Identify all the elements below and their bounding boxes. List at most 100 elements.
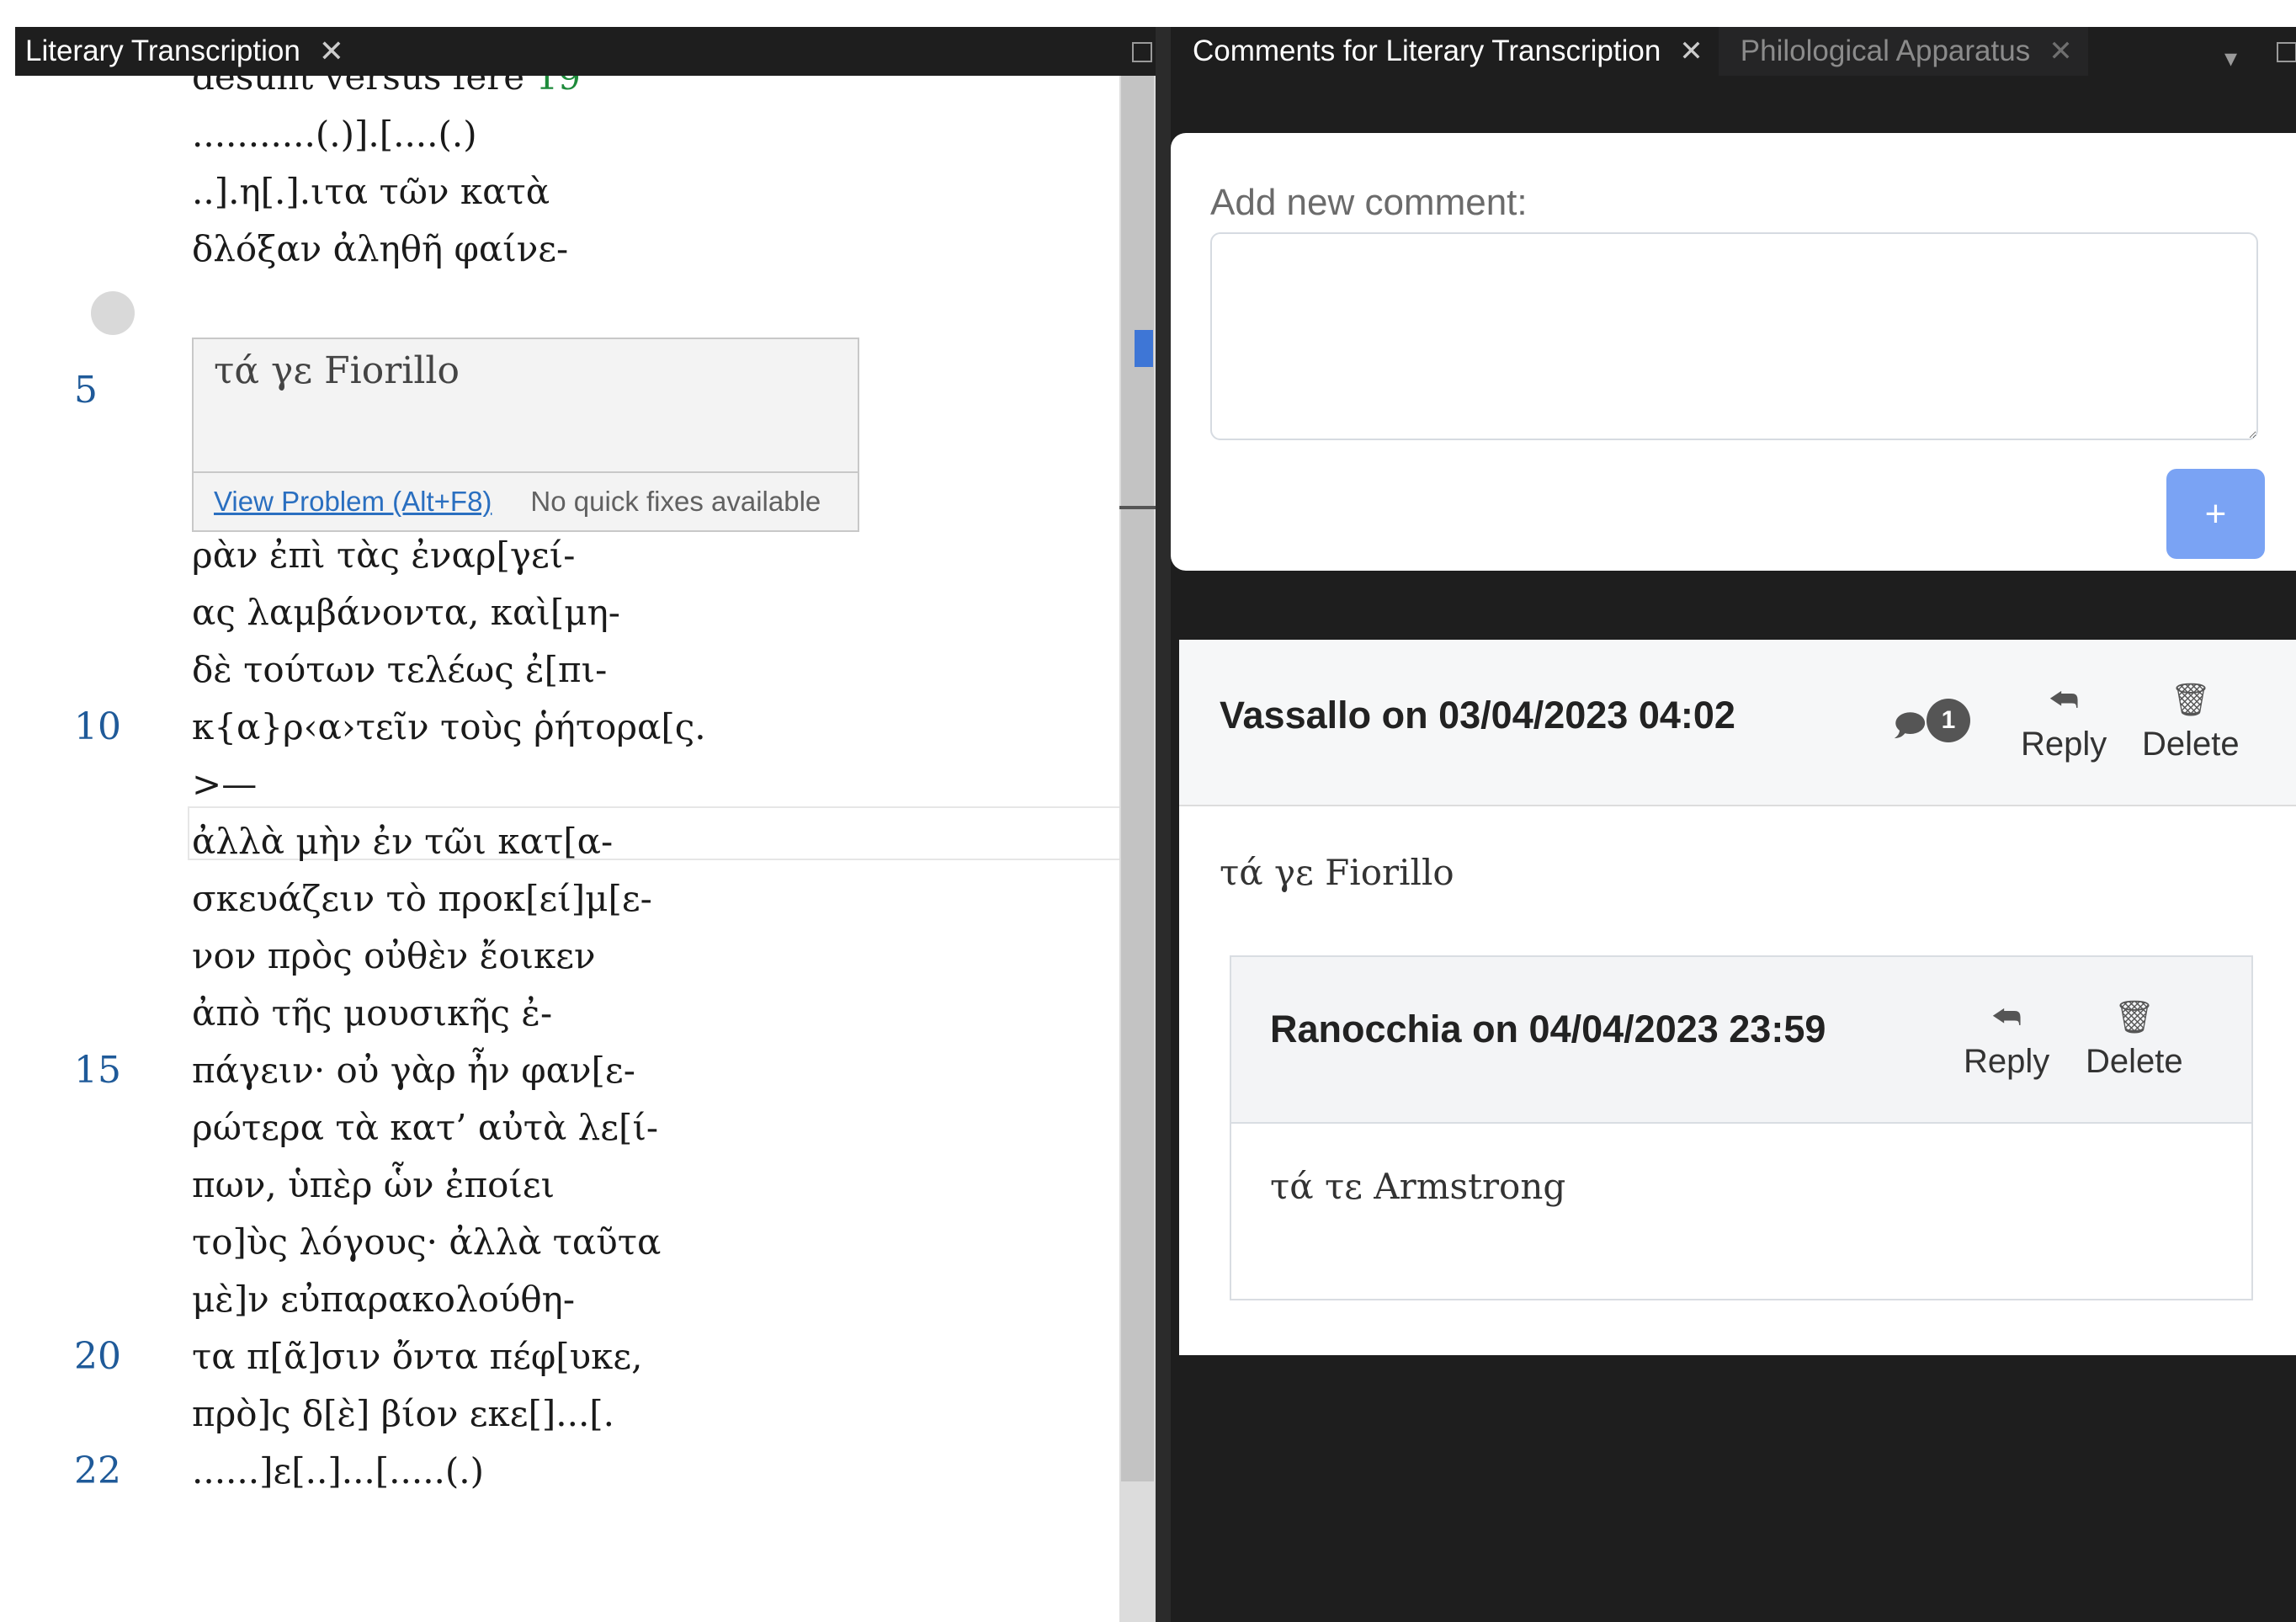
line-number: 20 — [74, 1335, 121, 1378]
add-comment-label: Add new comment: — [1210, 182, 1528, 223]
maximize-pane-icon[interactable] — [2277, 42, 2296, 62]
line-text: κ{α}ρ‹α›τεῖν τοὺς ῥήτορα[ς. — [192, 706, 706, 747]
line-text: ας λαμβάνοντα, καὶ[μη- — [192, 592, 620, 633]
trash-icon: 🗑 — [2170, 683, 2211, 718]
editor-pane: Literary Transcription ✕ desunt versus f… — [15, 27, 1156, 1622]
comments-tab-bar: Comments for Literary Transcription ✕ Ph… — [1171, 27, 2296, 76]
line-text: ..].η[.].ιτα τῶν κατὰ — [192, 171, 550, 212]
no-quick-fixes-label: No quick fixes available — [530, 486, 821, 517]
reply-button[interactable]: ⮪ Reply — [2021, 682, 2107, 763]
scrollbar-position-line — [1119, 506, 1156, 509]
reply-arrow-icon: ⮪ — [2049, 683, 2079, 718]
line-text: ......]ε[..]...[.....(.) — [192, 1450, 485, 1492]
line-text: desunt versus fere — [192, 76, 536, 98]
line-text: τα π[ᾶ]σιν ὄντα πέφ[υκε, — [192, 1336, 643, 1377]
add-comment-button[interactable]: + — [2166, 469, 2265, 559]
text-line[interactable]: δλόξαν ἀληθῆ φαίνε- — [192, 221, 568, 278]
line-text: δὲ τούτων τελέως ἐ[πι- — [192, 649, 608, 690]
text-line[interactable]: τα π[ᾶ]σιν ὄντα πέφ[υκε, — [192, 1328, 643, 1385]
delete-label: Delete — [2086, 1043, 2183, 1080]
reply-button[interactable]: ⮪ Reply — [1964, 999, 2049, 1081]
line-text: δλόξαν ἀληθῆ φαίνε- — [192, 228, 569, 269]
text-line[interactable]: ἀλλὰ μὴν ἐν τῶι κατ[α- — [192, 813, 613, 870]
reply-arrow-icon: ⮪ — [1991, 1000, 2022, 1035]
chevron-down-icon[interactable]: ▾ — [2224, 44, 2237, 73]
tab-comments[interactable]: Comments for Literary Transcription ✕ — [1171, 27, 1719, 76]
hover-footer: View Problem (Alt+F8) No quick fixes ava… — [194, 471, 858, 530]
reply-body: τά τε Armstrong — [1270, 1166, 1566, 1207]
reply-count: 1 — [1927, 699, 1970, 742]
line-text: ρὰν ἐπὶ τὰς ἐναρ[γεί- — [192, 534, 576, 576]
text-line[interactable]: ......]ε[..]...[.....(.) — [192, 1443, 484, 1500]
line-text: το]ὺς λόγους· ἀλλὰ ταῦτα — [192, 1221, 662, 1263]
text-line[interactable]: κ{α}ρ‹α›τεῖν τοὺς ῥήτορα[ς. — [192, 699, 706, 756]
delete-label: Delete — [2142, 726, 2240, 763]
maximize-pane-icon[interactable] — [1132, 42, 1152, 62]
line-text: ...........(.)].[....(.) — [192, 114, 477, 155]
text-line[interactable]: δὲ τούτων τελέως ἐ[πι- — [192, 641, 607, 699]
reply-label: Reply — [2021, 726, 2107, 763]
hover-tooltip: τά γε Fiorillo View Problem (Alt+F8) No … — [192, 338, 859, 532]
pane-splitter[interactable] — [1156, 27, 1171, 1622]
replies-badge[interactable]: 🗩 1 — [1886, 697, 1970, 751]
line-text: ἀπὸ τῆς μουσικῆς ἐ- — [192, 992, 553, 1034]
line-number: 5 — [74, 369, 98, 412]
text-line[interactable]: μὲ]ν εὐπαρακολούθη- — [192, 1271, 575, 1328]
text-line[interactable]: πων, ὑπὲρ ὧν ἐποίει — [192, 1157, 555, 1214]
scrollbar-marker — [1135, 330, 1153, 367]
comment-thread: Vassallo on 03/04/2023 04:02 🗩 1 ⮪ Reply… — [1179, 640, 2296, 1355]
transcription-editor[interactable]: desunt versus fere 19 ...........(.)].[..… — [15, 76, 1156, 1622]
text-line[interactable]: ρώτερα τὰ κατ’ αὐτὰ λε[ί- — [192, 1099, 658, 1157]
reply-comment: Ranocchia on 04/04/2023 23:59 ⮪ Reply 🗑 … — [1230, 955, 2253, 1300]
reply-author: Ranocchia on 04/04/2023 23:59 — [1270, 1008, 1826, 1050]
editor-tab-bar: Literary Transcription ✕ — [15, 27, 1156, 76]
new-comment-card: Add new comment: + — [1171, 133, 2296, 571]
reply-header: Ranocchia on 04/04/2023 23:59 ⮪ Reply 🗑 … — [1231, 957, 2251, 1124]
text-line[interactable]: ας λαμβάνοντα, καὶ[μη- — [192, 584, 620, 641]
comment-header: Vassallo on 03/04/2023 04:02 🗩 1 ⮪ Reply… — [1179, 640, 2296, 806]
tab-philological-apparatus[interactable]: Philological Apparatus ✕ — [1718, 27, 2088, 76]
new-comment-input[interactable] — [1210, 232, 2258, 440]
line-text: πων, ὑπὲρ ὧν ἐποίει — [192, 1164, 555, 1205]
line-number: 15 — [74, 1049, 121, 1092]
text-line[interactable]: ..].η[.].ιτα τῶν κατὰ — [192, 163, 550, 221]
line-text: σκευάζειν τὸ προκ[εί]μ[ε- — [192, 878, 652, 919]
tab-label: Comments for Literary Transcription — [1193, 35, 1661, 67]
trash-icon: 🗑 — [2113, 1000, 2155, 1035]
text-line[interactable]: πάγειν· οὐ γὰρ ἦν φαν[ε- — [192, 1042, 635, 1099]
text-line[interactable]: σκευάζειν τὸ προκ[εί]μ[ε- — [192, 870, 652, 928]
text-line[interactable]: ρὰν ἐπὶ τὰς ἐναρ[γεί- — [192, 527, 575, 584]
line-text: νον πρὸς οὐθὲν ἔοικεν — [192, 935, 596, 976]
line-number: 22 — [74, 1449, 121, 1492]
text-line[interactable]: >— — [192, 756, 257, 813]
scrollbar-thumb[interactable] — [1121, 76, 1154, 1481]
delete-button[interactable]: 🗑 Delete — [2142, 682, 2240, 763]
line-text: μὲ]ν εὐπαρακολούθη- — [192, 1279, 576, 1320]
line-number: 10 — [74, 705, 121, 748]
line-number-value: 19 — [535, 76, 581, 98]
text-line[interactable]: πρὸ]ς δ[ὲ] βίον εκε[]...[. — [192, 1385, 614, 1443]
view-problem-link[interactable]: View Problem (Alt+F8) — [214, 486, 492, 518]
comment-marker-icon[interactable] — [91, 291, 135, 335]
text-line[interactable]: νον πρὸς οὐθὲν ἔοικεν — [192, 928, 596, 985]
comment-icon: 🗩 — [1893, 708, 1927, 742]
text-line[interactable]: desunt versus fere 19 — [192, 76, 581, 106]
text-line[interactable]: το]ὺς λόγους· ἀλλὰ ταῦτα — [192, 1214, 661, 1271]
text-line[interactable]: ...........(.)].[....(.) — [192, 106, 477, 163]
line-text: πρὸ]ς δ[ὲ] βίον εκε[]...[. — [192, 1393, 615, 1434]
line-text: ρώτερα τὰ κατ’ αὐτὰ λε[ί- — [192, 1107, 659, 1148]
line-text: ἀλλὰ μὴν ἐν τῶι κατ[α- — [192, 821, 614, 862]
close-icon[interactable]: ✕ — [2049, 35, 2073, 68]
comment-body: τά γε Fiorillo — [1220, 852, 1454, 893]
tab-literary-transcription[interactable]: Literary Transcription ✕ — [25, 27, 344, 76]
comments-pane: Comments for Literary Transcription ✕ Ph… — [1171, 27, 2296, 1622]
hover-comment-text: τά γε Fiorillo — [214, 349, 460, 392]
close-icon[interactable]: ✕ — [319, 34, 344, 69]
text-line[interactable]: ἀπὸ τῆς μουσικῆς ἐ- — [192, 985, 552, 1042]
line-text: πάγειν· οὐ γὰρ ἦν φαν[ε- — [192, 1050, 635, 1091]
reply-label: Reply — [1964, 1043, 2050, 1080]
tab-label: Literary Transcription — [25, 35, 300, 67]
delete-button[interactable]: 🗑 Delete — [2086, 999, 2183, 1081]
close-icon[interactable]: ✕ — [1679, 35, 1703, 68]
tab-label: Philological Apparatus — [1740, 35, 2031, 67]
